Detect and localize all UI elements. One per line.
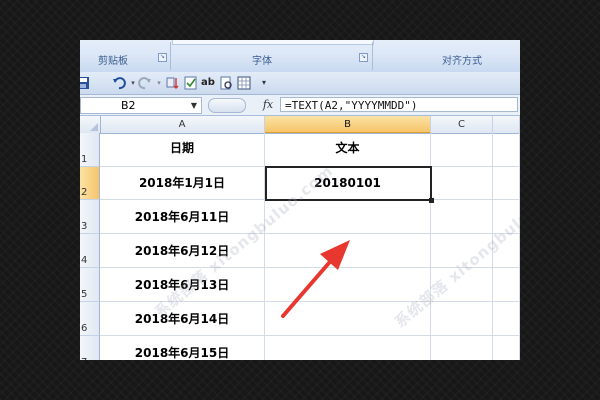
ribbon-group-alignment-label: 对齐方式	[442, 56, 482, 67]
ribbon-separator	[170, 42, 171, 70]
arrow-shaft	[281, 254, 337, 318]
ribbon-separator	[372, 42, 373, 70]
redo-icon[interactable]	[138, 76, 152, 90]
undo-icon[interactable]	[112, 76, 126, 90]
ribbon: 剪贴板 ↘ 字体 ↘ 对齐方式	[80, 40, 520, 73]
insert-function-icon[interactable]: fx	[260, 97, 276, 112]
spreadsheet-grid: A B C 1 日期 文本 2 2018年1月1日 20180101 3 201…	[80, 116, 520, 360]
name-box-dropdown-icon[interactable]: ▼	[191, 98, 197, 113]
font-dialog-launcher-icon[interactable]: ↘	[359, 53, 368, 62]
formula-bar: B2 ▼ fx =TEXT(A2,"YYYYMMDD")	[80, 95, 520, 116]
ribbon-group-clipboard-label: 剪贴板	[98, 56, 128, 67]
print-preview-icon[interactable]	[219, 76, 233, 90]
annotation-arrow	[281, 240, 350, 318]
redo-dropdown-icon[interactable]: ▾	[152, 76, 166, 90]
excel-window: 剪贴板 ↘ 字体 ↘ 对齐方式 ▾ ▾ ab ▾ B2 ▼ fx =TEXT(A…	[80, 40, 520, 360]
formula-bar-resize-handle[interactable]	[208, 98, 246, 113]
clipboard-dialog-launcher-icon[interactable]: ↘	[158, 53, 167, 62]
quick-access-toolbar: ▾ ▾ ab ▾	[80, 72, 520, 95]
ribbon-group-font-label: 字体	[252, 56, 272, 67]
spelling-icon[interactable]	[184, 76, 198, 90]
save-icon[interactable]	[80, 76, 90, 90]
formula-input[interactable]: =TEXT(A2,"YYYYMMDD")	[280, 97, 518, 112]
customize-dropdown-icon[interactable]: ▾	[257, 76, 271, 90]
name-box-value: B2	[121, 99, 136, 112]
ribbon-button-strip	[172, 40, 374, 45]
format-painter-icon[interactable]: ab	[201, 76, 215, 90]
name-box[interactable]: B2 ▼	[80, 97, 202, 114]
borders-icon[interactable]	[237, 76, 251, 90]
sort-icon[interactable]	[166, 76, 180, 90]
